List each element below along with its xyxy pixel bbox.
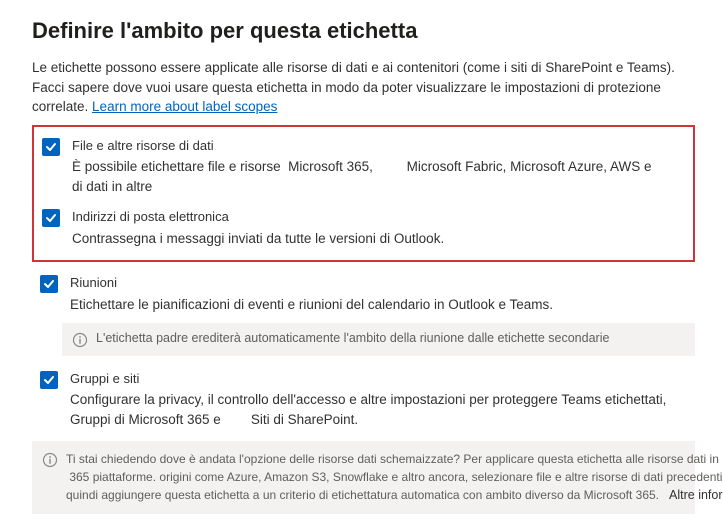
checkmark-icon (45, 141, 57, 153)
info-icon (42, 452, 58, 468)
info-banner-meetings-text: L'etichetta padre erediterà automaticame… (96, 331, 685, 345)
option-meetings-desc: Etichettare le pianificazioni di eventi … (70, 295, 687, 315)
option-files-label: File e altre risorse di dati (72, 137, 685, 155)
checkmark-icon (43, 374, 55, 386)
more-info-link[interactable]: Altre informazioni (669, 486, 723, 504)
checkmark-icon (45, 212, 57, 224)
option-groups-desc: Configurare la privacy, il controllo del… (70, 390, 687, 429)
page-title: Definire l'ambito per questa etichetta (32, 18, 695, 44)
option-email[interactable]: Indirizzi di posta elettronica Contrasse… (42, 204, 685, 250)
option-email-label: Indirizzi di posta elettronica (72, 208, 685, 226)
checkbox-meetings[interactable] (40, 275, 58, 293)
highlighted-scope-section: File e altre risorse di dati È possibile… (32, 125, 695, 263)
option-email-desc: Contrassegna i messaggi inviati da tutte… (72, 229, 685, 249)
checkbox-files[interactable] (42, 138, 60, 156)
checkbox-groups[interactable] (40, 371, 58, 389)
info-banner-meetings: L'etichetta padre erediterà automaticame… (62, 323, 695, 356)
option-meetings[interactable]: Riunioni Etichettare le pianificazioni d… (32, 268, 695, 316)
option-groups[interactable]: Gruppi e siti Configurare la privacy, il… (32, 364, 695, 432)
option-files-desc: È possibile etichettare file e risorse M… (72, 157, 685, 196)
option-meetings-label: Riunioni (70, 274, 687, 292)
checkmark-icon (43, 278, 55, 290)
intro-paragraph: Le etichette possono essere applicate al… (32, 58, 695, 117)
checkbox-email[interactable] (42, 209, 60, 227)
option-files[interactable]: File e altre risorse di dati È possibile… (42, 133, 685, 199)
info-banner-footer-text: Ti stai chiedendo dove è andata l'opzion… (66, 451, 723, 504)
info-banner-footer: Ti stai chiedendo dove è andata l'opzion… (32, 441, 695, 514)
learn-more-link[interactable]: Learn more about label scopes (92, 99, 277, 114)
info-icon (72, 332, 88, 348)
option-groups-label: Gruppi e siti (70, 370, 687, 388)
